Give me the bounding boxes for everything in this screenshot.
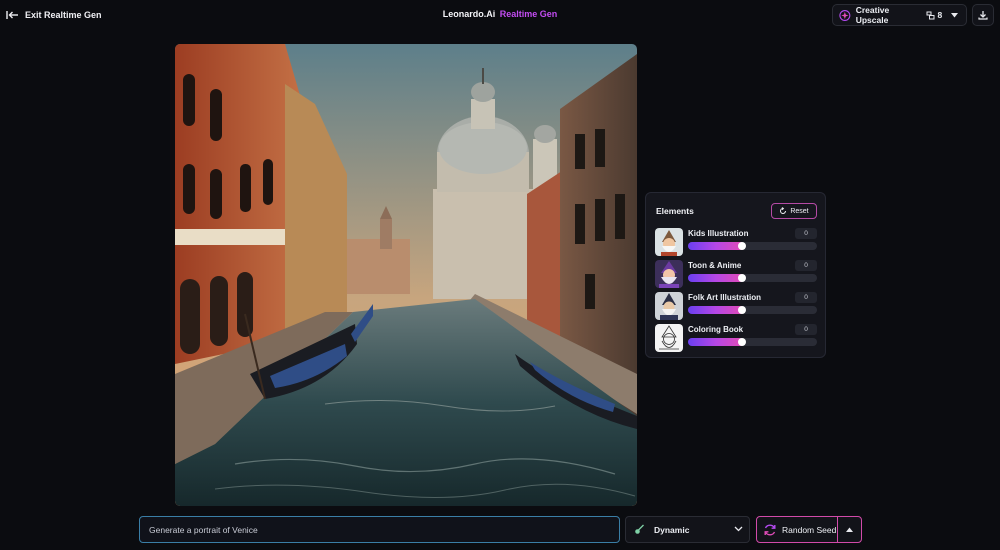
folk-art-illustration-label: Folk Art Illustration xyxy=(688,293,762,302)
style-dropdown[interactable]: Dynamic xyxy=(625,516,750,543)
coloring-book-label: Coloring Book xyxy=(688,325,744,334)
slider-knob[interactable] xyxy=(738,274,746,282)
token-count: 8 xyxy=(926,10,942,20)
coloring-book-wizard-image xyxy=(655,324,683,352)
kids-illustration-value[interactable]: 0 xyxy=(795,228,817,239)
toon-anime-wizard-image xyxy=(655,260,683,288)
kids-illustration-thumbnail[interactable] xyxy=(655,228,683,256)
coloring-book-thumbnail[interactable] xyxy=(655,324,683,352)
title-accent: Realtime Gen xyxy=(499,9,558,19)
kids-illustration-label: Kids Illustration xyxy=(688,229,749,238)
upscale-sparkle-icon xyxy=(839,9,851,21)
download-icon xyxy=(978,11,988,20)
reset-button[interactable]: Reset xyxy=(771,203,817,219)
element-row-coloring-book: Coloring Book 0 xyxy=(655,324,819,352)
slider-fill xyxy=(688,338,744,346)
slider-fill xyxy=(688,274,744,282)
folk-art-illustration-slider[interactable] xyxy=(688,306,817,314)
elements-title: Elements xyxy=(656,206,694,216)
token-icon xyxy=(926,11,935,19)
element-row-toon-anime: Toon & Anime 0 xyxy=(655,260,819,288)
refresh-icon xyxy=(764,524,776,535)
random-seed-button[interactable]: Random Seed xyxy=(757,517,839,542)
element-row-folk-art-illustration: Folk Art Illustration 0 xyxy=(655,292,819,320)
seed-control-group: Random Seed xyxy=(756,516,862,543)
toon-anime-thumbnail[interactable] xyxy=(655,260,683,288)
random-seed-label: Random Seed xyxy=(782,524,837,535)
reset-icon xyxy=(780,207,787,214)
top-bar: Exit Realtime Gen Leonardo.Ai Realtime G… xyxy=(0,0,1000,30)
slider-knob[interactable] xyxy=(738,242,746,250)
folk-art-illustration-thumbnail[interactable] xyxy=(655,292,683,320)
venice-canal-illustration xyxy=(175,44,637,506)
element-row-kids-illustration: Kids Illustration 0 xyxy=(655,228,819,256)
style-label: Dynamic xyxy=(654,524,690,535)
toon-anime-slider[interactable] xyxy=(688,274,817,282)
reset-label: Reset xyxy=(790,207,809,215)
coloring-book-value[interactable]: 0 xyxy=(795,324,817,335)
slider-fill xyxy=(688,306,744,314)
folk-art-illustration-value[interactable]: 0 xyxy=(795,292,817,303)
title-brand: Leonardo.Ai xyxy=(442,9,496,19)
prompt-input[interactable] xyxy=(139,516,620,543)
caret-up-icon xyxy=(846,527,854,532)
generated-image xyxy=(175,44,637,506)
caret-down-icon xyxy=(950,12,958,17)
style-brush-icon xyxy=(635,524,644,534)
coloring-book-slider[interactable] xyxy=(688,338,817,346)
kids-illustration-slider[interactable] xyxy=(688,242,817,250)
slider-knob[interactable] xyxy=(738,338,746,346)
download-button[interactable] xyxy=(972,4,994,26)
creative-upscale-button[interactable]: Creative Upscale 8 xyxy=(833,5,942,25)
kids-illustration-wizard-image xyxy=(655,228,683,256)
seed-options-button[interactable] xyxy=(838,517,861,542)
toon-anime-value[interactable]: 0 xyxy=(795,260,817,271)
chevron-down-icon xyxy=(734,526,743,532)
upscale-dropdown-button[interactable] xyxy=(942,5,966,25)
slider-knob[interactable] xyxy=(738,306,746,314)
upscale-label: Creative Upscale xyxy=(855,5,890,25)
folk-art-wizard-image xyxy=(655,292,683,320)
elements-panel: Elements Reset Kids Illustration 0 Toon … xyxy=(645,192,826,358)
slider-fill xyxy=(688,242,744,250)
creative-upscale-group: Creative Upscale 8 xyxy=(832,4,967,26)
toon-anime-label: Toon & Anime xyxy=(688,261,742,270)
